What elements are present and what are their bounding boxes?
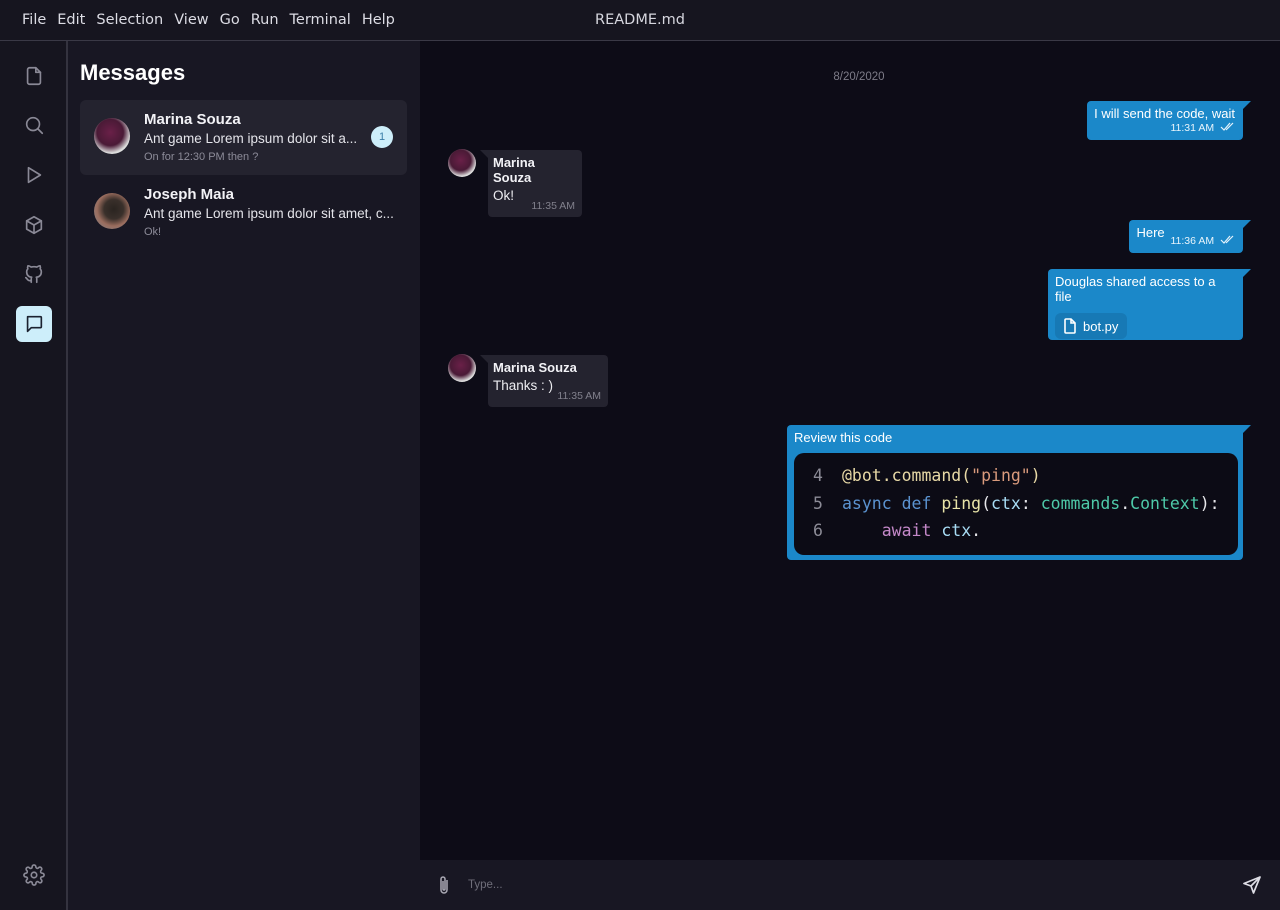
github-icon [24, 264, 43, 284]
run-icon [27, 166, 42, 184]
sidebar-title: Messages [80, 60, 186, 85]
code-block: 4 @bot.command("ping") 5 async def ping(… [794, 453, 1238, 555]
menu-selection[interactable]: Selection [96, 12, 163, 28]
line-number: 4 [813, 466, 823, 485]
message-text: I will send the code, wait [1094, 106, 1235, 121]
line-number: 6 [813, 521, 823, 540]
run-button[interactable] [16, 157, 52, 193]
incoming-message: Marina Souza Ok! 11:35 AM [480, 150, 582, 217]
chat-icon [26, 315, 43, 333]
avatar [448, 149, 476, 177]
menu-run[interactable]: Run [251, 12, 279, 28]
unread-badge: 1 [371, 126, 393, 148]
conversation-name: Marina Souza [144, 111, 241, 128]
avatar [448, 354, 476, 382]
outgoing-message: Review this code 4 @bot.command("ping") … [787, 425, 1251, 560]
messages-sidebar: Messages Marina Souza Ant game Lorem ips… [68, 41, 420, 910]
file-name: bot.py [1083, 318, 1119, 334]
outgoing-message: Douglas shared access to a file bot.py [1048, 269, 1251, 340]
conversation-item[interactable]: Marina Souza Ant game Lorem ipsum dolor … [80, 100, 407, 175]
code-line: 4 @bot.command("ping") [794, 462, 1238, 490]
message-time: 11:31 AM [1170, 122, 1215, 134]
outgoing-message: Here 11:36 AM [1129, 220, 1251, 254]
file-icon [26, 66, 42, 86]
paperclip-icon [440, 876, 448, 894]
conversation-last-message: Ok! [144, 226, 162, 238]
conversation-preview: Ant game Lorem ipsum dolor sit a... [144, 131, 358, 146]
message-sender: Marina Souza [493, 155, 535, 185]
explorer-button[interactable] [16, 58, 52, 94]
send-icon [1243, 876, 1261, 894]
message-composer [420, 860, 1280, 910]
double-check-icon [1220, 235, 1235, 247]
github-button[interactable] [16, 256, 52, 292]
file-icon [1064, 318, 1076, 334]
gear-icon [23, 864, 45, 886]
settings-button[interactable] [16, 857, 52, 893]
activity-bar [0, 41, 68, 910]
menu-terminal[interactable]: Terminal [290, 12, 351, 28]
message-input[interactable] [468, 872, 1228, 898]
message-time: 11:36 AM [1170, 235, 1215, 247]
chat-button[interactable] [16, 306, 52, 342]
message-text: Douglas shared access to a file [1055, 274, 1216, 304]
message-sender: Marina Souza [493, 360, 577, 375]
code-line: 5 async def ping(ctx: commands.Context): [794, 490, 1238, 518]
code-text: @bot.command("ping") [842, 466, 1041, 485]
menu-edit[interactable]: Edit [57, 12, 85, 28]
code-text: async def ping(ctx: commands.Context): [842, 493, 1220, 513]
date-label: 8/20/2020 [833, 71, 885, 83]
search-icon [25, 116, 44, 135]
avatar [94, 193, 130, 229]
chat-panel: 8/20/2020 I will send the code, wait 11:… [420, 41, 1280, 860]
incoming-message: Marina Souza Thanks : ) 11:35 AM [480, 355, 608, 407]
extensions-button[interactable] [16, 207, 52, 243]
line-number: 5 [813, 493, 823, 513]
conversation-item[interactable]: Joseph Maia Ant game Lorem ipsum dolor s… [80, 175, 407, 250]
attach-button[interactable] [436, 874, 452, 896]
menu-go[interactable]: Go [220, 12, 240, 28]
send-button[interactable] [1242, 875, 1262, 895]
conversation-last-message: On for 12:30 PM then ? [144, 151, 259, 163]
title-bar: File Edit Selection View Go Run Terminal… [0, 0, 1280, 41]
date-separator: 8/20/2020 [420, 71, 1280, 83]
file-attachment[interactable]: bot.py [1055, 313, 1128, 339]
search-button[interactable] [16, 107, 52, 143]
menu-file[interactable]: File [22, 12, 46, 28]
conversation-preview: Ant game Lorem ipsum dolor sit amet, c..… [144, 206, 394, 221]
menu-bar: File Edit Selection View Go Run Terminal… [0, 12, 406, 28]
outgoing-message: I will send the code, wait 11:31 AM [1087, 101, 1251, 141]
message-meta: 11:31 AM [1094, 122, 1235, 134]
extensions-cube-icon [25, 215, 43, 235]
menu-help[interactable]: Help [362, 12, 395, 28]
menu-view[interactable]: View [174, 12, 208, 28]
avatar [94, 118, 130, 154]
message-text: Review this code [794, 430, 893, 445]
double-check-icon [1220, 122, 1235, 134]
code-text: await ctx. [881, 521, 982, 540]
code-line: 6 await ctx. [794, 517, 1238, 545]
conversation-name: Joseph Maia [144, 186, 235, 203]
